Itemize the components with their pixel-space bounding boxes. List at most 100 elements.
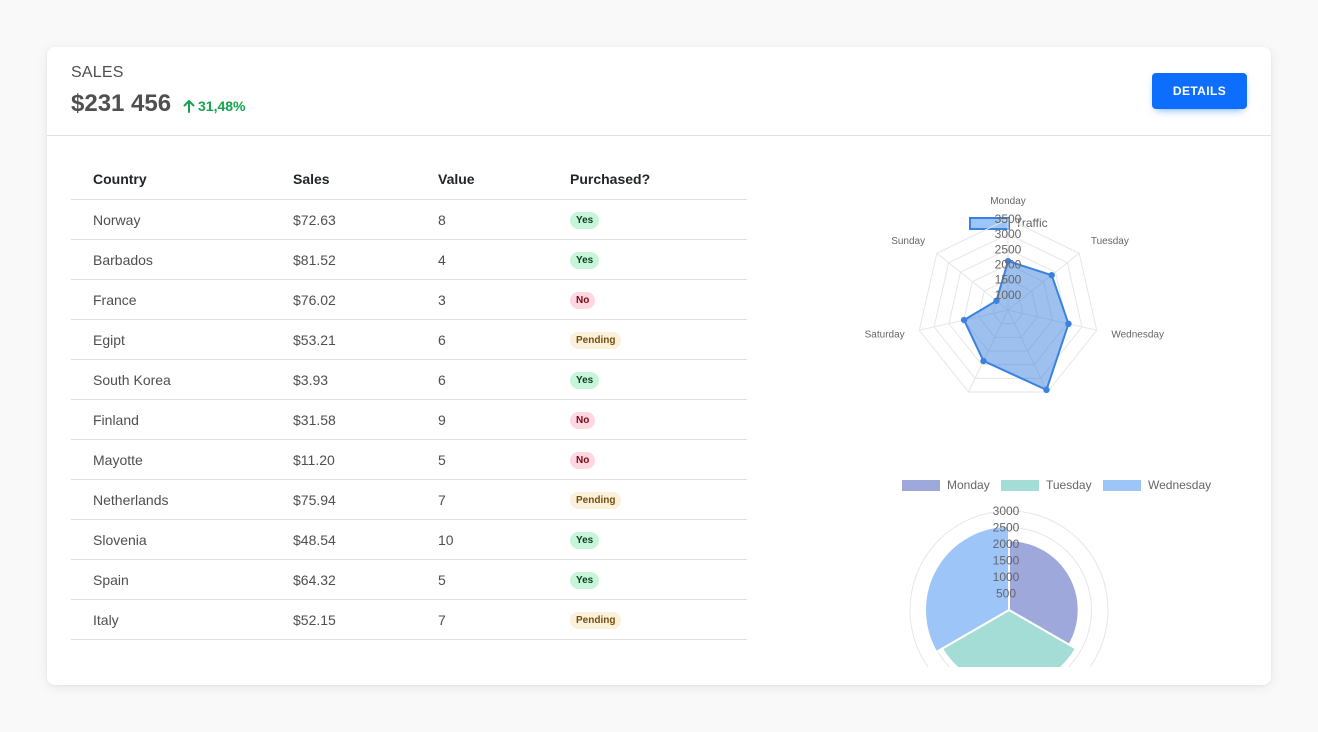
table-row: Egipt $53.21 6 Pending	[71, 319, 747, 360]
status-badge: Yes	[570, 372, 600, 389]
polar-tick-label: 3000	[993, 504, 1020, 518]
card-header: SALES $231 456 31,48% DETAILS	[47, 47, 1271, 136]
status-badge: No	[570, 452, 596, 469]
table-row: Mayotte $11.20 5 No	[71, 439, 747, 480]
table-row: Barbados $81.52 4 Yes	[71, 239, 747, 280]
status-badge: Pending	[570, 612, 622, 629]
table-row: Italy $52.15 7 Pending	[71, 599, 747, 640]
cell-purchased: Pending	[548, 319, 747, 360]
cell-sales: $72.63	[271, 199, 416, 240]
cell-country: Mayotte	[71, 439, 271, 480]
status-badge: Pending	[570, 332, 622, 349]
cell-value: 7	[416, 599, 548, 640]
legend-swatch	[902, 480, 940, 491]
cell-country: France	[71, 279, 271, 320]
polar-tick-label: 1000	[993, 570, 1020, 584]
status-badge: Pending	[570, 492, 622, 509]
table-header-row: Country Sales Value Purchased?	[71, 159, 747, 200]
cell-purchased: No	[548, 399, 747, 440]
legend-swatch	[1103, 480, 1141, 491]
cell-country: Italy	[71, 599, 271, 640]
sales-table: Country Sales Value Purchased? Norway $72…	[71, 159, 747, 640]
radar-point	[1048, 271, 1055, 279]
polar-tick-label: 2500	[993, 521, 1020, 535]
cell-value: 7	[416, 479, 548, 520]
table-row: Spain $64.32 5 Yes	[71, 559, 747, 600]
sales-card: SALES $231 456 31,48% DETAILS Country Sa…	[47, 47, 1271, 685]
radar-point-label: Tuesday	[1091, 236, 1129, 247]
cell-country: Slovenia	[71, 519, 271, 560]
radar-chart: Traffic100015002000250030003500MondayTue…	[865, 196, 1164, 394]
cell-country: Finland	[71, 399, 271, 440]
cell-sales: $53.21	[271, 319, 416, 360]
radar-tick-label: 2000	[995, 258, 1022, 272]
radar-tick-label: 1000	[995, 288, 1022, 302]
table-row: South Korea $3.93 6 Yes	[71, 359, 747, 400]
cell-value: 8	[416, 199, 548, 240]
cell-value: 10	[416, 519, 548, 560]
cell-purchased: Yes	[548, 519, 747, 560]
radar-tick-label: 1500	[995, 273, 1022, 287]
cell-sales: $31.58	[271, 399, 416, 440]
polar-tick-label: 500	[996, 587, 1016, 601]
sales-change: 31,48%	[183, 98, 245, 114]
details-button[interactable]: DETAILS	[1152, 73, 1247, 109]
table-row: Netherlands $75.94 7 Pending	[71, 479, 747, 520]
radar-tick-label: 2500	[995, 242, 1022, 256]
radar-tick-label: 3000	[995, 227, 1022, 241]
legend-swatch	[1001, 480, 1039, 491]
status-badge: Yes	[570, 252, 600, 269]
column-header-country: Country	[71, 159, 271, 200]
cell-purchased: Pending	[548, 599, 747, 640]
cell-sales: $52.15	[271, 599, 416, 640]
legend-label: Monday	[947, 478, 990, 492]
radar-point	[960, 316, 968, 324]
cell-purchased: Yes	[548, 559, 747, 600]
sales-amount: $231 456	[71, 90, 172, 117]
cell-purchased: Yes	[548, 199, 747, 240]
legend-label: Wednesday	[1148, 478, 1211, 492]
cell-country: Netherlands	[71, 479, 271, 520]
cell-sales: $11.20	[271, 439, 416, 480]
status-badge: Yes	[570, 572, 600, 589]
cell-value: 3	[416, 279, 548, 320]
cell-sales: $64.32	[271, 559, 416, 600]
cell-value: 6	[416, 319, 548, 360]
column-header-sales: Sales	[271, 159, 416, 200]
cell-sales: $76.02	[271, 279, 416, 320]
radar-point	[1065, 320, 1072, 328]
cell-value: 4	[416, 239, 548, 280]
polar-area-chart: Monday Tuesday Wednesday 500 1000 1500 2000 250…	[902, 478, 1211, 667]
cell-value: 5	[416, 559, 548, 600]
radar-tick-label: 3500	[995, 212, 1022, 226]
polar-legend: Monday Tuesday Wednesday	[902, 478, 1211, 492]
cell-country: Spain	[71, 559, 271, 600]
cell-sales: $75.94	[271, 479, 416, 520]
arrow-up-icon	[183, 99, 195, 113]
cell-purchased: No	[548, 439, 747, 480]
column-header-value: Value	[416, 159, 548, 200]
cell-purchased: No	[548, 279, 747, 320]
cell-country: Barbados	[71, 239, 271, 280]
status-badge: No	[570, 412, 596, 429]
radar-point	[1043, 386, 1050, 394]
column-header-purchased: Purchased?	[548, 159, 747, 200]
cell-sales: $3.93	[271, 359, 416, 400]
legend-label: Tuesday	[1046, 478, 1092, 492]
cell-country: Egipt	[71, 319, 271, 360]
cell-purchased: Yes	[548, 239, 747, 280]
sales-change-value: 31,48%	[198, 98, 246, 114]
sales-label: SALES	[71, 64, 124, 81]
cell-value: 6	[416, 359, 548, 400]
table-row: Norway $72.63 8 Yes	[71, 199, 747, 240]
polar-tick-label: 2000	[993, 537, 1020, 551]
status-badge: Yes	[570, 212, 600, 229]
cell-value: 5	[416, 439, 548, 480]
cell-country: Norway	[71, 199, 271, 240]
cell-country: South Korea	[71, 359, 271, 400]
table-row: Finland $31.58 9 No	[71, 399, 747, 440]
cell-sales: $81.52	[271, 239, 416, 280]
sales-table-wrap: Country Sales Value Purchased? Norway $72…	[71, 159, 747, 640]
cell-value: 9	[416, 399, 548, 440]
radar-point-label: Monday	[990, 196, 1026, 207]
